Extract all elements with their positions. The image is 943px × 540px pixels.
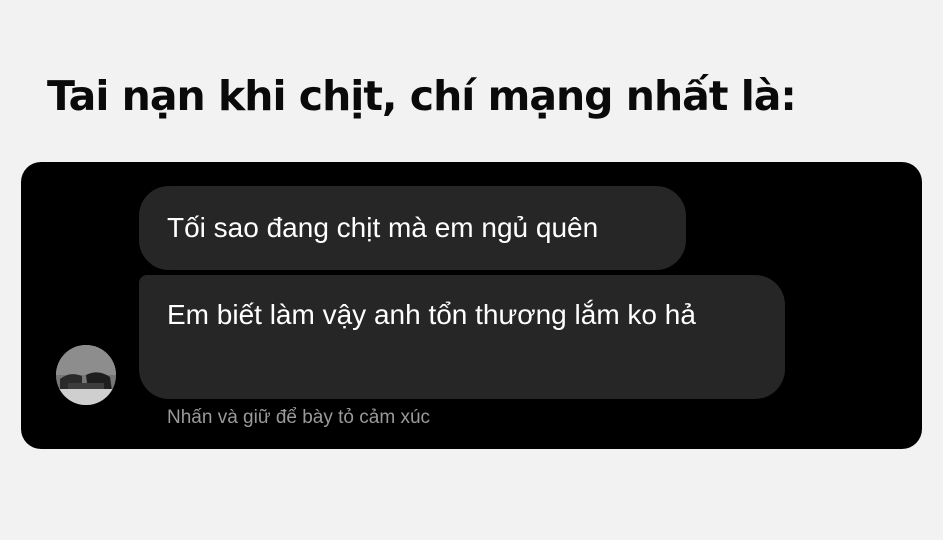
avatar[interactable]	[56, 345, 116, 405]
meme-title: Tai nạn khi chịt, chí mạng nhất là:	[47, 72, 797, 120]
chat-panel: Tối sao đang chịt mà em ngủ quên Em biết…	[21, 162, 922, 449]
message-bubble[interactable]: Tối sao đang chịt mà em ngủ quên	[139, 186, 686, 270]
profile-photo-icon	[56, 345, 116, 405]
message-bubble[interactable]: Em biết làm vậy anh tổn thương lắm ko hả	[139, 275, 785, 399]
reaction-hint: Nhấn và giữ để bày tỏ cảm xúc	[167, 407, 431, 428]
